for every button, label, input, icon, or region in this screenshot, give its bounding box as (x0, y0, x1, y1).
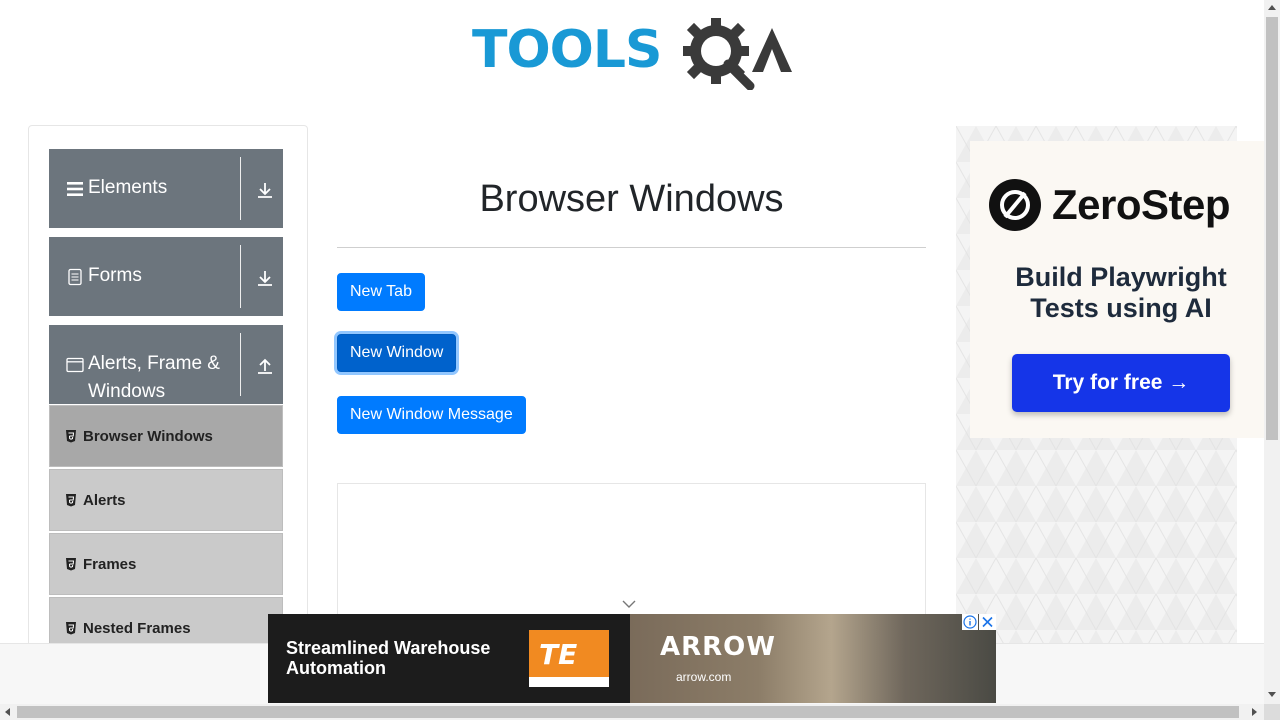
scroll-left-arrow-icon[interactable] (4, 708, 12, 716)
divider (240, 333, 241, 396)
scrollbar-corner (1264, 704, 1280, 720)
group-title-line1: Alerts, Frame & (88, 353, 220, 374)
window-icon (66, 357, 84, 373)
headline-line1: Streamlined Warehouse (286, 638, 491, 658)
title-divider (337, 247, 926, 248)
te-logo: TE (529, 630, 609, 687)
logo-qa-icon (683, 18, 792, 90)
new-tab-button[interactable]: New Tab (337, 273, 425, 311)
download-arrow-icon[interactable] (255, 180, 275, 200)
logo-text: TOOLS (472, 20, 662, 80)
document-icon (68, 268, 82, 286)
horizontal-scroll-thumb[interactable] (17, 706, 1239, 718)
sidebar-item-label: Browser Windows (83, 427, 213, 445)
group-title: Elements (88, 177, 168, 198)
close-icon[interactable] (979, 614, 996, 630)
zerostep-tagline: Build Playwright Tests using AI (990, 262, 1252, 324)
page-title: Browser Windows (479, 178, 784, 220)
sidebar-item-frames[interactable]: Frames (49, 533, 283, 595)
headline-line2: Automation (286, 658, 386, 678)
horizontal-scrollbar[interactable] (0, 704, 1264, 720)
html5-icon (66, 430, 76, 443)
scroll-right-arrow-icon[interactable] (1250, 708, 1258, 716)
divider (240, 245, 241, 308)
sidebar-item-alerts[interactable]: Alerts (49, 469, 283, 531)
hamburger-icon (67, 182, 83, 196)
download-arrow-icon[interactable] (255, 268, 275, 288)
upload-arrow-icon[interactable] (255, 356, 275, 376)
try-for-free-button[interactable]: Try for free → (1012, 354, 1230, 412)
scroll-up-arrow-icon[interactable] (1268, 4, 1276, 12)
arrow-url: arrow.com (676, 670, 732, 684)
group-alerts-frame-windows[interactable]: Alerts, Frame & Windows (49, 325, 283, 404)
chevron-down-icon[interactable] (621, 598, 637, 610)
sidebar-item-browser-windows[interactable]: Browser Windows (49, 405, 283, 467)
te-logo-strip (529, 677, 609, 687)
toolsqa-logo[interactable]: TOOLS (472, 16, 796, 90)
ad-info-icon[interactable] (962, 614, 978, 630)
te-logo-text: TE (539, 638, 578, 671)
html5-icon (66, 494, 76, 507)
arrow-logo: ARROW (660, 632, 776, 662)
vertical-scroll-thumb[interactable] (1266, 17, 1278, 440)
banner-headline: Streamlined Warehouse Automation (286, 638, 526, 678)
zerostep-logo-icon (989, 179, 1041, 231)
bottom-banner-ad[interactable]: Streamlined Warehouse Automation TE ARRO… (268, 614, 996, 703)
divider (240, 157, 241, 220)
scroll-down-arrow-icon[interactable] (1268, 690, 1276, 698)
group-forms[interactable]: Forms (49, 237, 283, 316)
html5-icon (66, 622, 76, 635)
tagline-line1: Build Playwright (1015, 262, 1227, 292)
zerostep-brand: ZeroStep (1052, 181, 1231, 228)
tagline-line2: Tests using AI (1030, 293, 1212, 323)
new-window-button[interactable]: New Window (337, 334, 457, 372)
sidebar-item-label: Frames (83, 555, 137, 573)
html5-icon (66, 558, 76, 571)
new-window-message-button[interactable]: New Window Message (337, 396, 526, 434)
sidebar-item-label: Alerts (83, 491, 126, 509)
group-title: Forms (88, 265, 142, 286)
group-title-line2: Windows (88, 381, 166, 402)
group-elements[interactable]: Elements (49, 149, 283, 228)
vertical-scrollbar[interactable] (1264, 0, 1280, 704)
sidebar-item-label: Nested Frames (83, 619, 191, 637)
